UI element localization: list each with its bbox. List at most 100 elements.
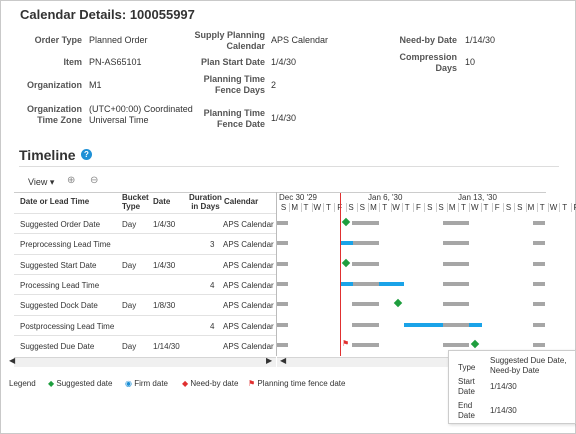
row-name: Suggested Order Date: [20, 220, 101, 229]
day-separator: [446, 203, 448, 212]
day-label: W: [470, 203, 479, 212]
day-label: W: [549, 203, 558, 212]
non-working-bar: [533, 221, 545, 225]
row-duration: 3: [210, 240, 215, 250]
week-label: Dec 30 '29: [279, 193, 317, 202]
day-separator: [424, 203, 426, 212]
table-row[interactable]: Postprocessing Lead Time 4 APS Calendar: [14, 314, 276, 336]
zoom-in-icon[interactable]: ⊕: [67, 175, 75, 186]
col-duration: Duration in Days: [189, 193, 222, 211]
row-name: Suggested Start Date: [20, 260, 97, 270]
table-row[interactable]: Suggested Dock Date Day 1/8/30 APS Calendar: [14, 294, 276, 315]
table-row[interactable]: Suggested Due Date Day 1/14/30 APS Calendar: [14, 334, 276, 356]
compression-value: 10: [465, 57, 476, 67]
row-bucket: Day: [122, 341, 137, 351]
planning-time-fence-line: [340, 193, 341, 356]
row-calendar: APS Calendar: [223, 220, 274, 229]
plan-start-value: 1/4/30: [271, 57, 297, 67]
processing-lead-bar[interactable]: [341, 281, 353, 286]
page-title: Calendar Details: 100055997: [20, 7, 195, 22]
day-separator: [413, 203, 414, 212]
day-separator: [289, 203, 291, 212]
day-label: T: [404, 203, 410, 212]
zoom-out-icon[interactable]: ⊖: [90, 175, 98, 186]
tooltip-end-label: End Date: [458, 401, 475, 420]
day-separator: [525, 203, 527, 212]
day-label: S: [438, 203, 444, 212]
day-separator: [559, 203, 561, 212]
non-working-bar: [352, 281, 379, 286]
day-label: S: [517, 203, 523, 212]
table-row[interactable]: Processing Lead Time 4 APS Calendar: [14, 273, 276, 295]
day-separator: [311, 203, 313, 212]
day-separator: [514, 203, 516, 212]
day-separator: [536, 203, 538, 212]
day-label: M: [448, 203, 456, 212]
view-menu[interactable]: View ▾: [28, 177, 54, 188]
legend-need-by: ◆ Need-by date: [182, 379, 239, 388]
non-working-bar: [352, 342, 379, 347]
day-label: T: [539, 203, 545, 212]
row-name: Suggested Due Date: [20, 341, 95, 351]
processing-lead-bar[interactable]: [379, 281, 404, 286]
table-row[interactable]: Suggested Start Date Day 1/4/30 APS Calenda…: [14, 253, 276, 275]
tooltip-start-label: Start Date: [458, 377, 475, 396]
timeline-heading: Timeline: [19, 147, 76, 163]
non-working-bar: [352, 261, 379, 266]
non-working-bar: [352, 241, 379, 246]
day-label: M: [527, 203, 535, 212]
table-row[interactable]: Suggested Order Date Day 1/4/30 APS Calenda…: [14, 213, 276, 234]
non-working-bar: [277, 281, 288, 286]
scroll-right-icon[interactable]: ▶: [266, 356, 272, 365]
row-name: Postprocessing Lead Time: [20, 321, 115, 331]
day-label: F: [416, 203, 421, 212]
day-separator: [300, 203, 302, 212]
day-separator: [368, 203, 369, 212]
gantt-scroll-left-icon[interactable]: ◀: [280, 356, 286, 365]
non-working-bar: [277, 322, 288, 327]
plan-start-label: Plan Start Date: [200, 57, 265, 67]
row-calendar: APS Calendar: [223, 321, 274, 331]
ptf-days-label: Planning Time Fence Days: [203, 74, 265, 95]
day-separator: [323, 203, 324, 212]
non-working-bar: [352, 302, 379, 307]
scroll-left-icon[interactable]: ◀: [9, 356, 15, 365]
organization-label: Organization: [26, 80, 82, 90]
postprocessing-lead-bar[interactable]: [469, 322, 482, 327]
non-working-bar: [533, 322, 545, 327]
day-label: T: [562, 203, 568, 212]
row-calendar: APS Calendar: [223, 280, 274, 290]
flag-icon[interactable]: ⚑: [342, 339, 349, 348]
tooltip: Type Suggested Due Date, Need-by Date Sta…: [448, 350, 576, 424]
help-icon[interactable]: ?: [81, 149, 92, 160]
non-working-bar: [443, 281, 469, 286]
divider: [19, 166, 559, 167]
item-label: Item: [63, 57, 82, 67]
compression-label: Compression Days: [399, 52, 457, 73]
item-value: PN-AS65101: [89, 57, 142, 67]
row-calendar: APS Calendar: [223, 341, 274, 351]
day-label: S: [359, 203, 365, 212]
ptf-date-value: 1/4/30: [271, 113, 297, 123]
flag-icon: ⚑: [248, 379, 256, 388]
non-working-bar: [352, 322, 379, 327]
row-name: Suggested Dock Date: [20, 301, 98, 311]
day-label: M: [291, 203, 299, 212]
day-label: T: [303, 203, 309, 212]
tooltip-end-value: 1/14/30: [490, 406, 517, 415]
table-scrollbar[interactable]: [14, 357, 276, 367]
row-duration: 4: [210, 321, 215, 331]
row-date: 1/4/30: [153, 260, 176, 270]
day-label: S: [505, 203, 512, 212]
non-working-bar: [533, 261, 545, 266]
table-row[interactable]: Preprocessing Lead Time 3 APS Calendar: [14, 233, 276, 254]
grid-splitter[interactable]: [276, 192, 277, 356]
postprocessing-lead-bar[interactable]: [404, 322, 443, 327]
tooltip-type-label: Type: [458, 363, 476, 372]
day-label: S: [280, 203, 287, 212]
row-calendar: APS Calendar: [223, 260, 274, 270]
row-bucket: Day: [122, 220, 137, 229]
non-working-bar: [533, 281, 545, 286]
suggested-diamond-icon: ◆: [48, 379, 55, 388]
preprocessing-lead-bar[interactable]: [341, 241, 353, 246]
